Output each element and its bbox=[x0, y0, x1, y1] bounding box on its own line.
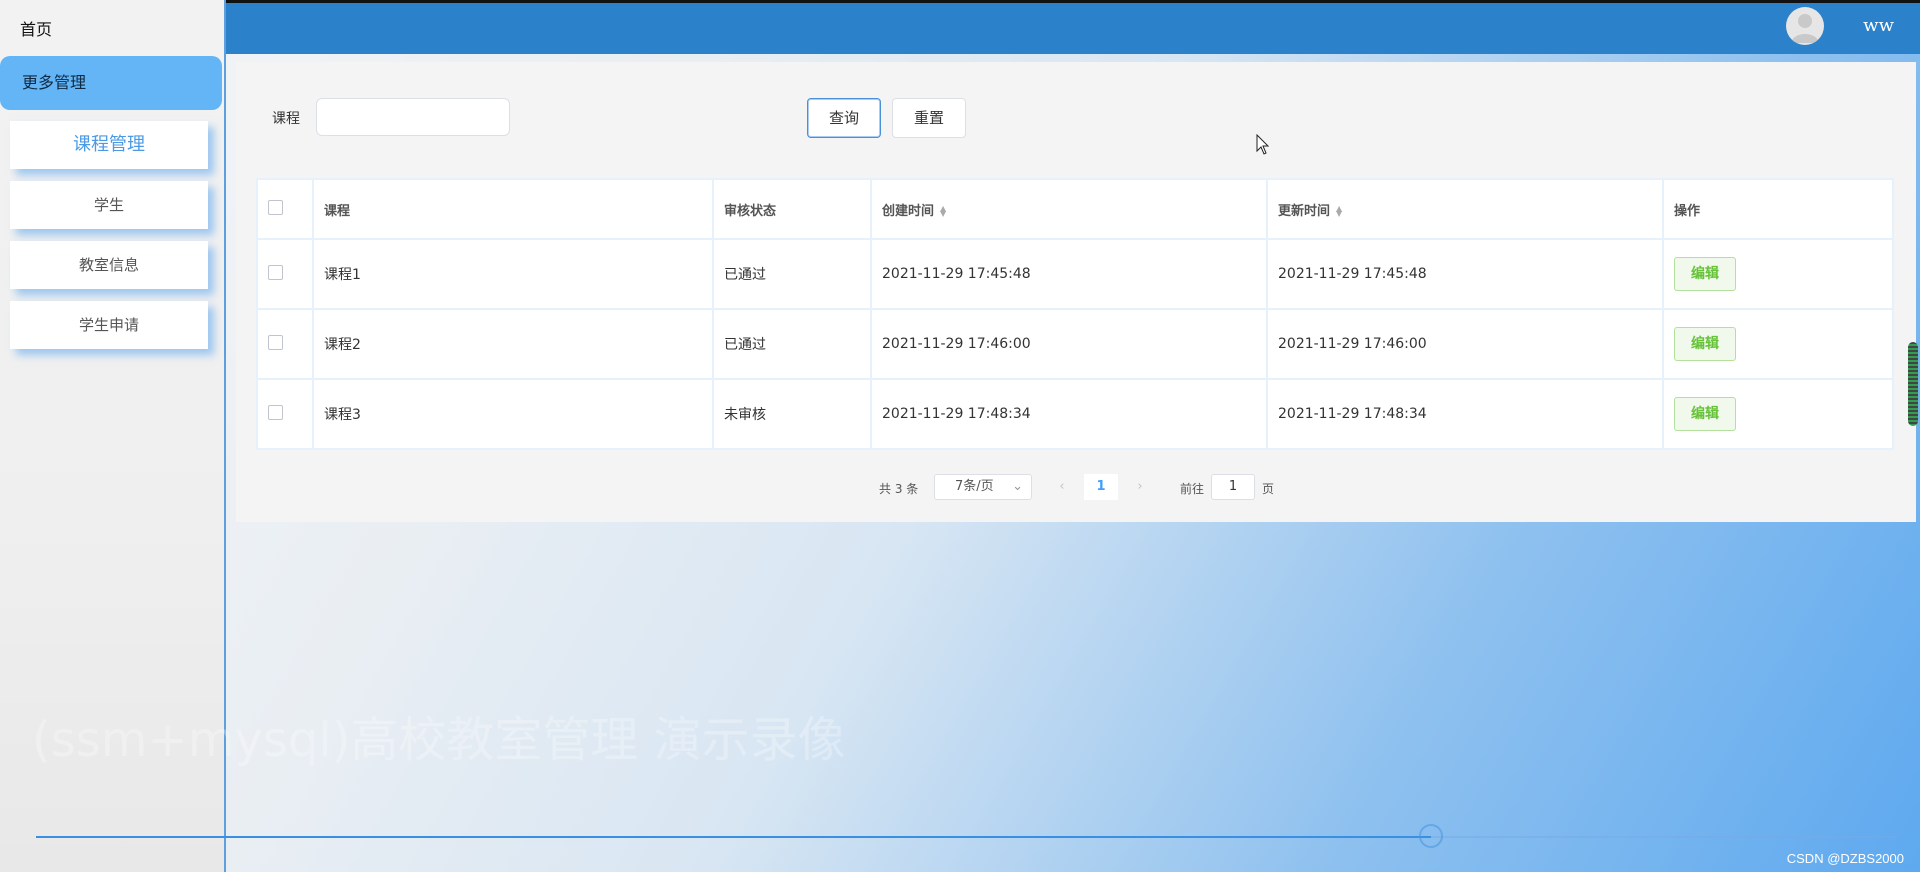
cell-status: 未审核 bbox=[712, 378, 872, 450]
page-size-select[interactable]: 7条/页 ⌄ bbox=[934, 474, 1032, 500]
sort-icon[interactable]: ▲ ▼ bbox=[1336, 205, 1342, 218]
edit-button[interactable]: 编辑 bbox=[1674, 397, 1736, 431]
video-progress-knob[interactable] bbox=[1419, 824, 1443, 848]
row-checkbox[interactable] bbox=[268, 404, 283, 420]
goto-label: 前往 bbox=[1180, 482, 1205, 496]
cell-status: 已通过 bbox=[712, 308, 872, 380]
search-course-input[interactable] bbox=[316, 98, 510, 136]
sidebar-item-course-management[interactable]: 课程管理 bbox=[10, 121, 208, 169]
table-row: 课程1 已通过 2021-11-29 17:45:48 2021-11-29 1… bbox=[256, 238, 1894, 310]
reset-button[interactable]: 重置 bbox=[892, 98, 966, 138]
mouse-cursor-icon bbox=[1256, 134, 1270, 155]
search-course-label: 课程 bbox=[272, 111, 300, 127]
course-table: 课程 审核状态 创建时间 ▲ ▼ 更新时间 ▲ ▼ 操作 课程1 已通过 2021-11… bbox=[256, 178, 1894, 450]
table-row: 课程3 未审核 2021-11-29 17:48:34 2021-11-29 1… bbox=[256, 378, 1894, 450]
page-number-current[interactable]: 1 bbox=[1084, 474, 1118, 500]
edit-button[interactable]: 编辑 bbox=[1674, 257, 1736, 291]
user-avatar-icon[interactable] bbox=[1786, 7, 1824, 45]
home-link[interactable]: 首页 bbox=[20, 16, 52, 40]
prev-page-button[interactable]: ‹ bbox=[1048, 474, 1076, 500]
column-header-status: 审核状态 bbox=[712, 178, 872, 240]
cell-updated: 2021-11-29 17:46:00 bbox=[1266, 308, 1664, 380]
column-header-action: 操作 bbox=[1662, 178, 1894, 240]
cell-status: 已通过 bbox=[712, 238, 872, 310]
cell-course: 课程2 bbox=[312, 308, 714, 380]
next-page-button[interactable]: › bbox=[1126, 474, 1154, 500]
row-checkbox[interactable] bbox=[268, 264, 283, 280]
main-panel: 课程 查询 重置 课程 审核状态 创建时间 ▲ ▼ 更新时间 ▲ ▼ 操作 课程1 已通… bbox=[236, 62, 1916, 522]
sidebar-item-student-application[interactable]: 学生申请 bbox=[10, 301, 208, 349]
cell-course: 课程3 bbox=[312, 378, 714, 450]
username-label[interactable]: ww bbox=[1863, 15, 1894, 36]
cell-updated: 2021-11-29 17:48:34 bbox=[1266, 378, 1664, 450]
cell-created: 2021-11-29 17:45:48 bbox=[870, 238, 1268, 310]
sidebar-item-classroom-info[interactable]: 教室信息 bbox=[10, 241, 208, 289]
scrollbar-thumb[interactable] bbox=[1908, 342, 1918, 426]
page-suffix-label: 页 bbox=[1262, 482, 1275, 496]
pagination-total: 共 3 条 bbox=[879, 482, 919, 496]
credit-text: CSDN @DZBS2000 bbox=[1786, 851, 1904, 866]
row-checkbox[interactable] bbox=[268, 334, 283, 350]
sidebar-section-more-management[interactable]: 更多管理 bbox=[0, 56, 222, 110]
cell-course: 课程1 bbox=[312, 238, 714, 310]
cell-created: 2021-11-29 17:46:00 bbox=[870, 308, 1268, 380]
table-row: 课程2 已通过 2021-11-29 17:46:00 2021-11-29 1… bbox=[256, 308, 1894, 380]
select-all-checkbox[interactable] bbox=[268, 199, 283, 215]
column-header-created[interactable]: 创建时间 ▲ ▼ bbox=[870, 178, 1268, 240]
column-header-updated[interactable]: 更新时间 ▲ ▼ bbox=[1266, 178, 1664, 240]
chevron-left-icon: ‹ bbox=[1059, 479, 1065, 494]
chevron-down-icon: ⌄ bbox=[1012, 479, 1023, 494]
top-header: ww bbox=[226, 0, 1920, 54]
video-watermark: (ssm+mysql)高校教室管理 演示录像 bbox=[32, 712, 846, 768]
sidebar-item-student[interactable]: 学生 bbox=[10, 181, 208, 229]
cell-created: 2021-11-29 17:48:34 bbox=[870, 378, 1268, 450]
column-header-course: 课程 bbox=[312, 178, 714, 240]
goto-page-input[interactable]: 1 bbox=[1211, 474, 1255, 500]
table-header-row: 课程 审核状态 创建时间 ▲ ▼ 更新时间 ▲ ▼ 操作 bbox=[256, 178, 1894, 240]
chevron-right-icon: › bbox=[1137, 479, 1143, 494]
sort-icon[interactable]: ▲ ▼ bbox=[940, 205, 946, 218]
query-button[interactable]: 查询 bbox=[807, 98, 881, 138]
cell-updated: 2021-11-29 17:45:48 bbox=[1266, 238, 1664, 310]
edit-button[interactable]: 编辑 bbox=[1674, 327, 1736, 361]
video-progress-fill bbox=[36, 836, 1431, 838]
